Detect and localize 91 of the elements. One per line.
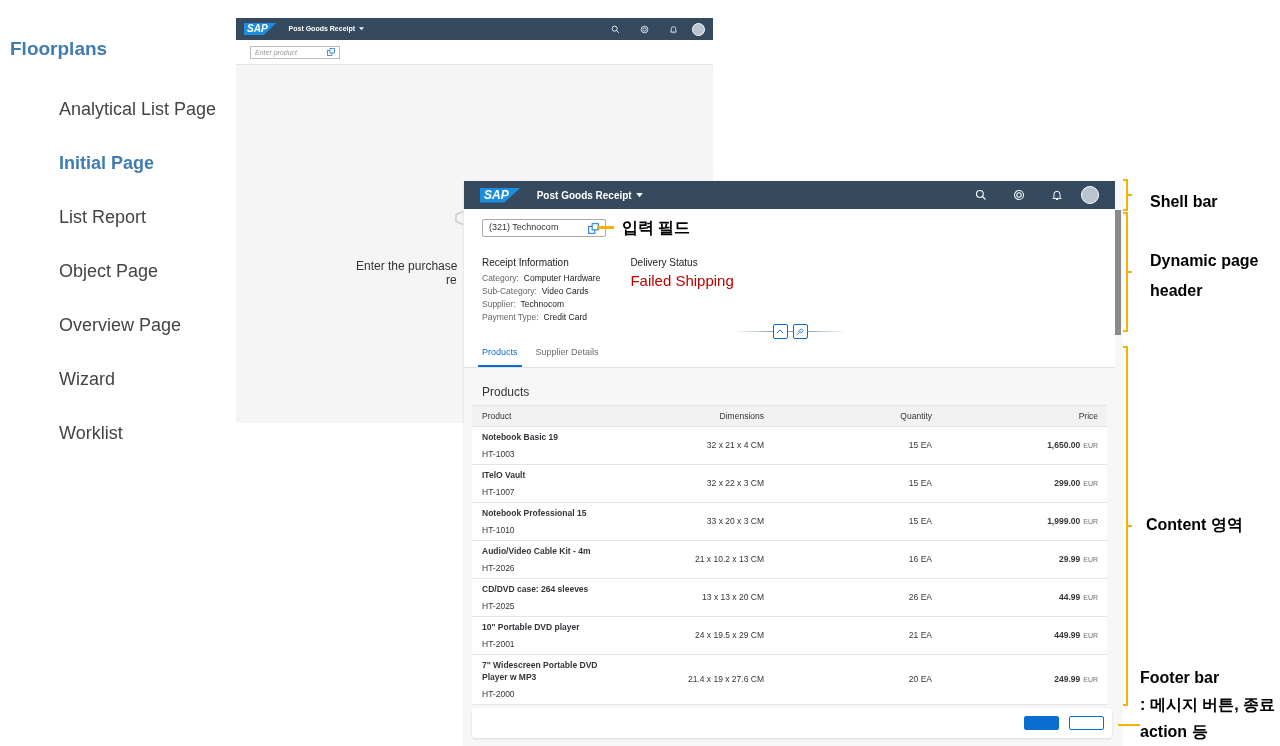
product-field[interactable]: (321) Technocom (482, 219, 606, 237)
price-amount: 1,650.00 (1047, 439, 1081, 452)
bell-icon[interactable] (1051, 189, 1063, 201)
pin-icon (796, 327, 804, 336)
table-cell-text: 21 EA (907, 629, 933, 642)
field-value: Video Cards (541, 285, 589, 298)
column-header: Quantity (899, 409, 933, 423)
sidebar-item[interactable]: Object Page (59, 258, 159, 285)
sap-logo: SAP (244, 22, 277, 36)
field-value: Credit Card (543, 311, 587, 324)
tab[interactable]: Supplier Details (531, 340, 603, 367)
annotation-label: Footer bar : 메시지 버튼, 종료 action 등 (1140, 668, 1277, 742)
field-label: Payment Type: (482, 311, 539, 324)
product-id: HT-2001 (482, 638, 516, 650)
price-amount: 1,999.00 (1047, 515, 1081, 528)
annotation-label: Shell bar (1150, 192, 1218, 212)
sidebar-item[interactable]: List Report (59, 204, 147, 231)
avatar[interactable] (1081, 186, 1099, 204)
table-cell-text: 21 x 10.2 x 13 CM (694, 553, 765, 566)
search-icon[interactable] (975, 189, 987, 201)
column-header: Dimensions (718, 409, 765, 423)
product-id: HT-1010 (482, 524, 516, 536)
table-title: Products (481, 384, 531, 401)
chevron-up-icon (776, 329, 784, 334)
price-amount: 44.99 (1058, 591, 1081, 604)
message-text: re (446, 273, 457, 289)
price-amount: 29.99 (1058, 553, 1081, 566)
value-help-icon[interactable] (327, 48, 335, 56)
footer-button[interactable] (1069, 716, 1104, 730)
price-amount: 449.99 (1054, 629, 1081, 642)
table-cell-text: 32 x 22 x 3 CM (705, 477, 765, 490)
product-id: HT-1007 (482, 486, 516, 498)
table-cell-text: 32 x 21 x 4 CM (705, 439, 765, 452)
product-name: CD/DVD case: 264 sleeves (482, 583, 590, 595)
table-cell-text: 16 EA (907, 553, 933, 566)
table-cell-text: 24 x 19.5 x 29 CM (694, 629, 765, 642)
sap-logo: SAP (480, 187, 521, 203)
table-cell-text: 15 EA (907, 439, 933, 452)
product-id: HT-2000 (482, 688, 516, 700)
field-label: Sub-Category: (482, 285, 537, 298)
price-amount: 299.00 (1054, 477, 1081, 490)
product-id: HT-1003 (482, 448, 516, 460)
table-cell-text: 15 EA (907, 477, 933, 490)
price-amount: 249.99 (1054, 673, 1081, 686)
table-cell-text: 33 x 20 x 3 CM (705, 515, 765, 528)
annotation-label: 입력 필드 (622, 218, 691, 238)
column-header: Product (481, 409, 513, 423)
message-text: Enter the purchase (356, 258, 458, 275)
sidebar-title: Floorplans (10, 37, 108, 61)
section-title: Receipt Information (482, 256, 570, 270)
product-name: Notebook Basic 19 (482, 431, 560, 443)
product-name: Audio/Video Cable Kit - 4m (482, 545, 592, 557)
field-label: Supplier: (482, 298, 516, 311)
status-label: Delivery Status (630, 256, 699, 270)
ring-icon[interactable] (1013, 189, 1025, 201)
value-help-icon[interactable] (588, 222, 599, 234)
annotation-label: Content 영역 (1146, 515, 1243, 535)
table-cell-text: 26 EA (907, 591, 933, 604)
product-id: HT-2026 (482, 562, 516, 574)
sidebar-item[interactable]: Overview Page (59, 312, 182, 339)
column-header: Price (1077, 409, 1099, 423)
sidebar-item[interactable]: Worklist (59, 420, 123, 447)
bell-icon[interactable] (669, 24, 678, 34)
sidebar-item[interactable]: Analytical List Page (59, 96, 217, 123)
avatar[interactable] (692, 22, 705, 36)
annotation-label: Dynamic page header (1150, 251, 1260, 301)
product-name: 7" Widescreen Portable DVD Player w MP3 (482, 659, 599, 683)
product-name: 10" Portable DVD player (482, 621, 581, 633)
field-value: Computer Hardware (523, 272, 601, 285)
sidebar-item[interactable]: Wizard (59, 366, 115, 393)
field-label: Category: (482, 272, 519, 285)
table-cell-text: 15 EA (907, 515, 933, 528)
table-cell-text: 20 EA (907, 673, 933, 686)
caret-icon (635, 192, 643, 198)
sidebar-item[interactable]: Initial Page (59, 150, 155, 177)
app-title-menu[interactable]: Post Goods Receipt (536, 187, 643, 203)
caret-icon (359, 27, 365, 31)
table-cell-text: 13 x 13 x 20 CM (701, 591, 765, 604)
ring-icon[interactable] (640, 24, 649, 34)
search-icon[interactable] (611, 24, 620, 34)
leader-line (1118, 724, 1140, 726)
product-id: HT-2025 (482, 600, 516, 612)
product-name: ITelO Vault (482, 469, 527, 481)
table-cell-text: 21.4 x 19 x 27.6 CM (686, 673, 765, 686)
pin-button[interactable] (792, 324, 808, 339)
scrollbar[interactable] (1115, 210, 1121, 335)
tab[interactable]: Products (478, 340, 522, 367)
status-text: Failed Shipping (630, 271, 734, 291)
product-name: Notebook Professional 15 (482, 507, 588, 519)
field-value: Technocom (520, 298, 565, 311)
collapse-button[interactable] (772, 324, 788, 339)
